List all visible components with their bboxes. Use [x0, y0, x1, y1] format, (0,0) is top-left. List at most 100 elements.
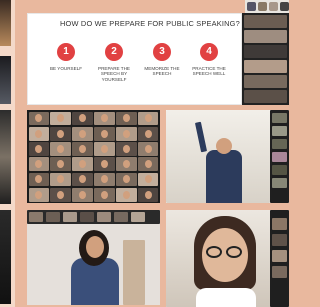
- step-1: 1 BE YOURSELF: [40, 43, 92, 71]
- video-tile: [138, 172, 159, 187]
- video-gallery-grid: [27, 110, 160, 203]
- participant-face: [35, 144, 43, 153]
- step-number: 2: [105, 43, 123, 61]
- participant-face: [100, 144, 108, 153]
- video-tile: [94, 111, 115, 126]
- video-tile: [116, 111, 137, 126]
- participant-face: [57, 114, 65, 123]
- video-tile: [94, 172, 115, 187]
- video-tile: [244, 60, 287, 73]
- video-tile: [72, 111, 93, 126]
- participant-face: [144, 129, 152, 138]
- video-tile: [29, 212, 43, 222]
- participant-face: [79, 160, 87, 169]
- video-tile: [28, 111, 49, 126]
- participant-face: [122, 144, 130, 153]
- video-tile: [272, 218, 287, 230]
- top-thumbnail-strip: [245, 0, 289, 13]
- video-tile: [50, 187, 71, 202]
- step-4: 4 PRACTICE THE SPEECH WELL: [183, 43, 235, 77]
- participant-face: [144, 175, 152, 184]
- video-tile: [131, 212, 145, 222]
- thumbnail: [247, 2, 256, 11]
- video-tile: [244, 15, 287, 28]
- participant-face: [79, 129, 87, 138]
- participant-face: [57, 129, 65, 138]
- presenter-face: [216, 138, 232, 154]
- step-label: MEMORIZE THE SPEECH: [144, 66, 180, 77]
- video-tile: [272, 266, 287, 278]
- video-tile: [138, 157, 159, 171]
- video-tile: [72, 187, 93, 202]
- participant-face: [57, 175, 65, 184]
- video-tile: [244, 75, 287, 88]
- participant-face: [100, 129, 108, 138]
- video-tile: [272, 139, 287, 149]
- speaker-video-left: [27, 210, 160, 305]
- participant-face: [35, 175, 43, 184]
- participant-face: [79, 175, 87, 184]
- video-tile: [272, 234, 287, 246]
- glasses-right: [226, 246, 242, 258]
- video-tile: [272, 126, 287, 136]
- video-tile: [28, 142, 49, 156]
- thumbnail: [269, 2, 278, 11]
- thumbnail: [258, 2, 267, 11]
- participant-face: [122, 160, 130, 169]
- video-tile: [138, 126, 159, 141]
- cropped-photo-3: [0, 110, 11, 204]
- participant-face: [79, 190, 87, 199]
- video-tile: [50, 142, 71, 156]
- video-tile: [50, 172, 71, 187]
- video-tile: [272, 178, 287, 188]
- door: [123, 240, 145, 305]
- participant-face: [144, 190, 152, 199]
- presenter-video: [166, 110, 289, 203]
- video-tile: [72, 126, 93, 141]
- video-tile: [116, 142, 137, 156]
- glasses-left: [206, 246, 222, 258]
- video-tile: [72, 157, 93, 171]
- video-tile: [138, 111, 159, 126]
- video-tile: [50, 157, 71, 171]
- video-tile: [63, 212, 77, 222]
- video-tile: [46, 212, 60, 222]
- video-tile: [116, 172, 137, 187]
- participant-face: [79, 144, 87, 153]
- video-tile: [116, 187, 137, 202]
- video-tile: [94, 187, 115, 202]
- video-tile: [28, 157, 49, 171]
- video-tile: [272, 165, 287, 175]
- participant-face: [144, 144, 152, 153]
- video-tile: [28, 187, 49, 202]
- video-tile: [97, 212, 111, 222]
- step-2: 2 PREPARE THE SPEECH BY YOURSELF: [88, 43, 140, 82]
- video-tile: [94, 142, 115, 156]
- video-tile: [244, 90, 287, 103]
- cropped-photo-4: [0, 210, 11, 304]
- step-number: 3: [153, 43, 171, 61]
- video-tile: [114, 212, 128, 222]
- participant-face: [122, 129, 130, 138]
- video-tile: [72, 172, 93, 187]
- video-tile: [50, 126, 71, 141]
- participant-face: [35, 129, 43, 138]
- participant-face: [35, 114, 43, 123]
- step-label: PRACTICE THE SPEECH WELL: [192, 66, 226, 77]
- participant-face: [122, 175, 130, 184]
- video-tile: [94, 157, 115, 171]
- video-tile: [116, 126, 137, 141]
- participant-face: [122, 190, 130, 199]
- participant-face: [144, 114, 152, 123]
- step-3: 3 MEMORIZE THE SPEECH: [136, 43, 188, 77]
- speaker-shirt: [196, 288, 256, 307]
- participant-face: [122, 114, 130, 123]
- step-number: 1: [57, 43, 75, 61]
- participant-face: [57, 160, 65, 169]
- step-label: BE YOURSELF: [49, 66, 83, 71]
- video-tile: [244, 45, 287, 58]
- presentation-slide: HOW DO WE PREPARE FOR PUBLIC SPEAKING? 1…: [27, 13, 242, 105]
- participant-face: [35, 190, 43, 199]
- video-tile: [244, 30, 287, 43]
- video-tile: [50, 111, 71, 126]
